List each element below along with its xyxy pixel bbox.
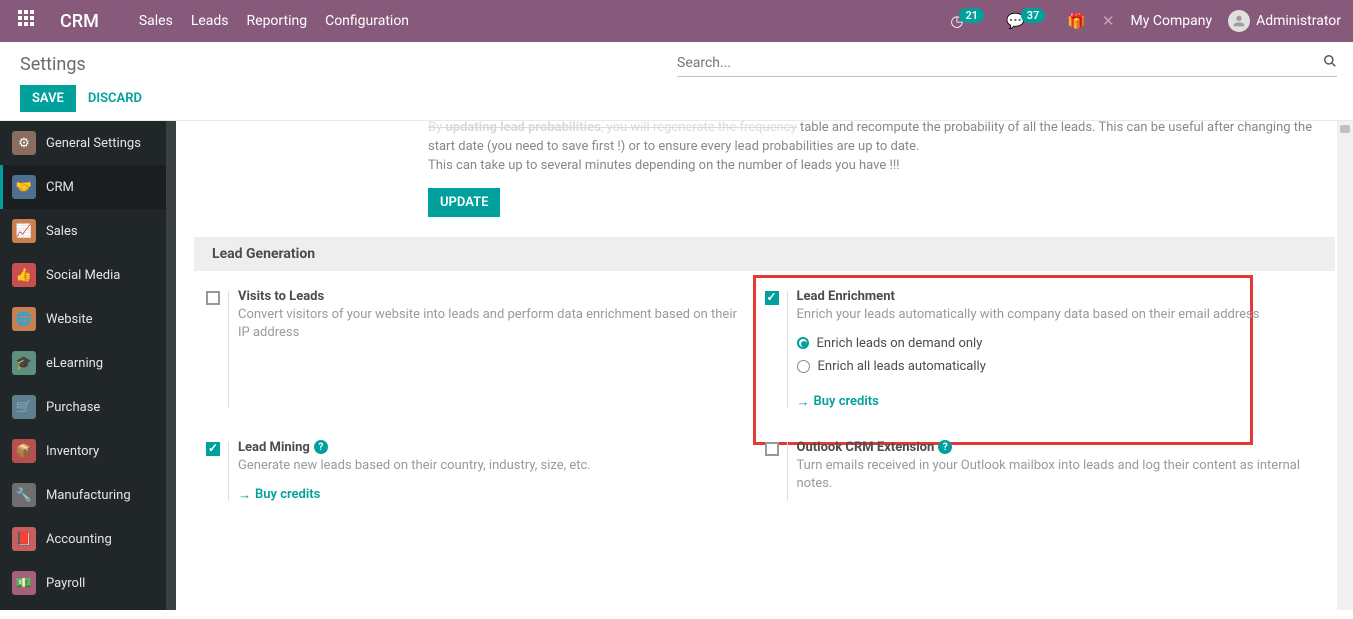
update-button[interactable]: UPDATE: [428, 188, 500, 217]
topbar: CRM Sales Leads Reporting Configuration …: [0, 0, 1353, 42]
sidebar-item-website[interactable]: 🌐 Website: [0, 297, 176, 341]
settings-sidebar: ⚙ General Settings 🤝 CRM 📈 Sales 👍 Social Me…: [0, 121, 176, 610]
sidebar-item-project[interactable]: ✔Project: [0, 605, 176, 610]
nav-configuration[interactable]: Configuration: [325, 13, 409, 29]
section-lead-generation: Lead Generation: [194, 237, 1335, 271]
nav-reporting[interactable]: Reporting: [247, 13, 308, 29]
close-tray-icon[interactable]: ✕: [1102, 12, 1115, 30]
sidebar-item-inventory[interactable]: 📦 Inventory: [0, 429, 176, 473]
nav-links: Sales Leads Reporting Configuration: [139, 13, 409, 29]
sidebar-item-label: eLearning: [46, 356, 103, 371]
money-icon: 💵: [12, 571, 36, 595]
box-icon: 📦: [12, 439, 36, 463]
handshake-icon: 🤝: [12, 175, 36, 199]
nav-sales[interactable]: Sales: [139, 13, 173, 29]
globe-icon: 🌐: [12, 307, 36, 331]
sidebar-scrollbar[interactable]: [166, 121, 176, 610]
probability-help-text: By updating lead probabilities, you will…: [176, 121, 1353, 237]
cart-icon: 🛒: [12, 395, 36, 419]
setting-lead-enrichment: Lead Enrichment Enrich your leads automa…: [765, 289, 1324, 410]
buy-credits-link[interactable]: →Buy credits: [797, 394, 879, 410]
setting-desc: Convert visitors of your website into le…: [238, 306, 745, 342]
checkbox-mining[interactable]: [206, 442, 220, 456]
messages-badge: 37: [1021, 8, 1046, 23]
app-brand[interactable]: CRM: [60, 11, 99, 32]
user-name: Administrator: [1256, 13, 1341, 29]
discard-button[interactable]: DISCARD: [88, 91, 142, 106]
sidebar-item-label: Inventory: [46, 444, 99, 459]
search-input[interactable]: [677, 55, 1323, 71]
setting-desc: Generate new leads based on their countr…: [238, 457, 745, 475]
messages-tray[interactable]: 💬 37: [1006, 12, 1051, 30]
sidebar-item-label: Website: [46, 312, 93, 327]
setting-lead-mining: Lead Mining ? Generate new leads based o…: [206, 440, 765, 503]
save-button[interactable]: SAVE: [20, 85, 76, 112]
setting-visits-to-leads: Visits to Leads Convert visitors of your…: [206, 289, 765, 410]
chart-icon: 📈: [12, 219, 36, 243]
sidebar-item-label: Payroll: [46, 576, 85, 591]
sidebar-item-general[interactable]: ⚙ General Settings: [0, 121, 176, 165]
settings-content: By updating lead probabilities, you will…: [176, 121, 1353, 610]
setting-desc: Enrich your leads automatically with com…: [797, 306, 1304, 324]
page-title: Settings: [20, 54, 142, 75]
sidebar-item-label: Social Media: [46, 268, 120, 283]
sidebar-item-label: Purchase: [46, 400, 100, 415]
topbar-right: ◷ 21 💬 37 🎁 ✕ My Company Administrator: [950, 10, 1341, 32]
checkbox-enrichment[interactable]: [765, 291, 779, 305]
nav-leads[interactable]: Leads: [191, 13, 229, 29]
sidebar-item-manufacturing[interactable]: 🔧 Manufacturing: [0, 473, 176, 517]
sidebar-item-label: General Settings: [46, 136, 141, 151]
sidebar-item-accounting[interactable]: 📕 Accounting: [0, 517, 176, 561]
radio-label: Enrich leads on demand only: [817, 336, 983, 351]
thumbs-up-icon: 👍: [12, 263, 36, 287]
main-area: ⚙ General Settings 🤝 CRM 📈 Sales 👍 Social Me…: [0, 121, 1353, 610]
radio-auto[interactable]: Enrich all leads automatically: [797, 359, 1304, 374]
activities-badge: 21: [959, 8, 984, 23]
sidebar-item-purchase[interactable]: 🛒 Purchase: [0, 385, 176, 429]
probability-warning: This can take up to several minutes depe…: [428, 157, 1313, 176]
setting-title: Lead Mining ?: [238, 440, 745, 455]
setting-title: Visits to Leads: [238, 289, 745, 304]
checkbox-outlook[interactable]: [765, 442, 779, 456]
help-icon[interactable]: ?: [314, 440, 328, 454]
avatar-icon: [1228, 10, 1250, 32]
arrow-right-icon: →: [797, 394, 810, 410]
arrow-right-icon: →: [238, 487, 251, 503]
search-icon[interactable]: [1323, 54, 1337, 72]
radio-icon: [797, 337, 809, 349]
help-icon[interactable]: ?: [938, 440, 952, 454]
graduation-icon: 🎓: [12, 351, 36, 375]
sidebar-item-label: Accounting: [46, 532, 112, 547]
sidebar-item-crm[interactable]: 🤝 CRM: [0, 165, 176, 209]
user-menu[interactable]: Administrator: [1228, 10, 1341, 32]
sidebar-item-label: CRM: [46, 180, 74, 195]
wrench-icon: 🔧: [12, 483, 36, 507]
gift-icon[interactable]: 🎁: [1067, 12, 1086, 30]
content-scrollbar[interactable]: [1337, 121, 1353, 610]
radio-on-demand[interactable]: Enrich leads on demand only: [797, 336, 1304, 351]
setting-desc: Turn emails received in your Outlook mai…: [797, 457, 1304, 493]
settings-grid: Visits to Leads Convert visitors of your…: [176, 289, 1353, 503]
sidebar-item-label: Sales: [46, 224, 78, 239]
gear-icon: ⚙: [12, 131, 36, 155]
radio-label: Enrich all leads automatically: [818, 359, 986, 374]
setting-outlook-extension: Outlook CRM Extension ? Turn emails rece…: [765, 440, 1324, 503]
apps-icon[interactable]: [18, 10, 40, 32]
sidebar-item-elearning[interactable]: 🎓 eLearning: [0, 341, 176, 385]
setting-title: Outlook CRM Extension ?: [797, 440, 1304, 455]
control-panel: Settings SAVE DISCARD: [0, 42, 1353, 121]
sidebar-item-payroll[interactable]: 💵 Payroll: [0, 561, 176, 605]
buy-credits-link[interactable]: →Buy credits: [238, 487, 320, 503]
sidebar-item-sales[interactable]: 📈 Sales: [0, 209, 176, 253]
book-icon: 📕: [12, 527, 36, 551]
setting-title: Lead Enrichment: [797, 289, 1304, 304]
search-bar[interactable]: [677, 54, 1337, 77]
activities-tray[interactable]: ◷ 21: [950, 12, 990, 30]
checkbox-visits[interactable]: [206, 291, 220, 305]
radio-icon: [797, 360, 810, 373]
enrich-radio-group: Enrich leads on demand only Enrich all l…: [797, 336, 1304, 374]
sidebar-item-label: Manufacturing: [46, 488, 131, 503]
sidebar-item-social[interactable]: 👍 Social Media: [0, 253, 176, 297]
company-switcher[interactable]: My Company: [1131, 13, 1213, 29]
